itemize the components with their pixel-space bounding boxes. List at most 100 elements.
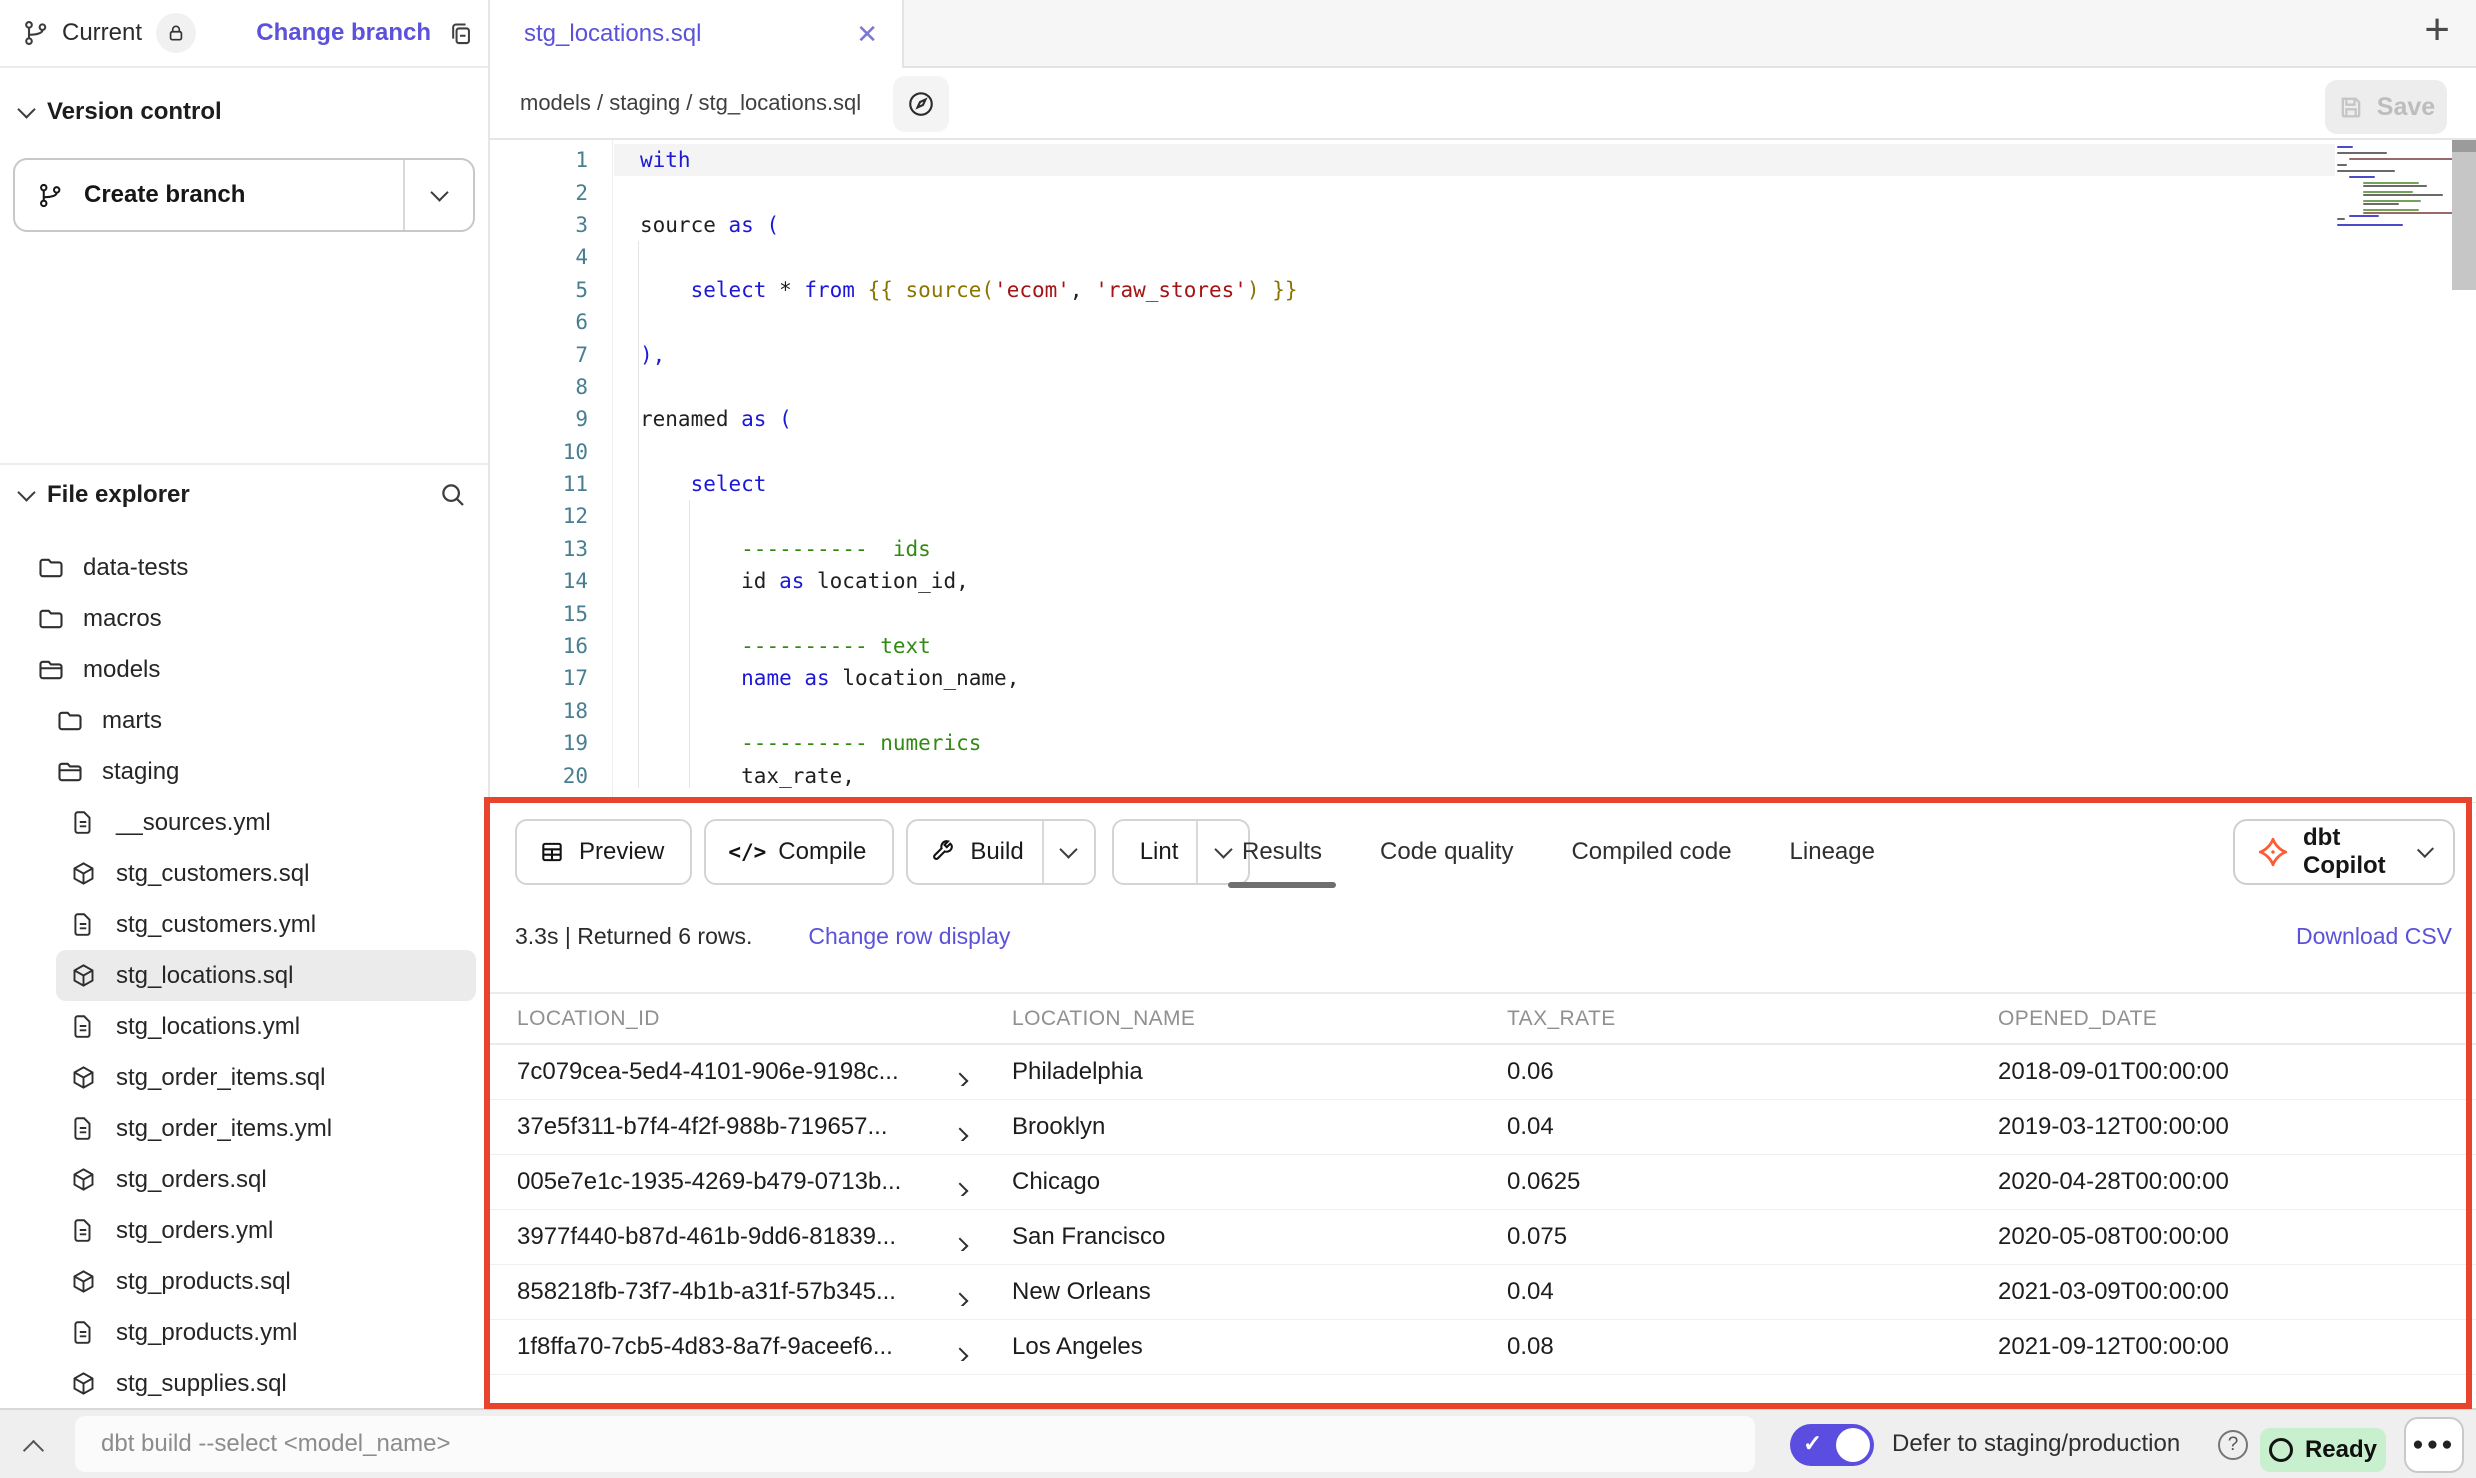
code-line-19[interactable]: 19 ---------- numerics	[490, 727, 2476, 759]
expand-row-icon[interactable]	[952, 1128, 969, 1141]
expand-row-icon[interactable]	[952, 1238, 969, 1251]
minimap-line	[2349, 176, 2375, 178]
code-line-6[interactable]: 6	[490, 306, 2476, 338]
code-line-16[interactable]: 16 ---------- text	[490, 630, 2476, 662]
code-line-14[interactable]: 14 id as location_id,	[490, 565, 2476, 597]
code-line-9[interactable]: 9renamed as (	[490, 403, 2476, 435]
tree-item-stg_products.yml[interactable]: stg_products.yml	[0, 1307, 488, 1358]
tree-item-stg_customers.sql[interactable]: stg_customers.sql	[0, 848, 488, 899]
compile-button[interactable]: </> Compile	[704, 819, 894, 885]
change-branch-link[interactable]: Change branch	[256, 19, 431, 47]
panel-tab-results[interactable]: Results	[1226, 819, 1338, 885]
line-number: 11	[490, 472, 588, 496]
table-row[interactable]: 005e7e1c-1935-4269-b479-0713b...Chicago0…	[490, 1155, 2476, 1210]
code-line-11[interactable]: 11 select	[490, 468, 2476, 500]
tree-item-stg_orders.sql[interactable]: stg_orders.sql	[0, 1154, 488, 1205]
panel-toolbar: Preview </> Compile Build Lint	[515, 819, 1250, 885]
table-row[interactable]: 3977f440-b87d-461b-9dd6-81839...San Fran…	[490, 1210, 2476, 1265]
file-icon	[70, 1013, 98, 1041]
code-line-15[interactable]: 15	[490, 597, 2476, 629]
create-branch-button[interactable]: Create branch	[13, 158, 475, 232]
code-line-20[interactable]: 20 tax_rate,	[490, 759, 2476, 791]
code-line-18[interactable]: 18	[490, 695, 2476, 727]
tree-item-label: stg_order_items.sql	[116, 1064, 325, 1092]
tree-item-stg_products.sql[interactable]: stg_products.sql	[0, 1256, 488, 1307]
status-circle-icon	[2269, 1438, 2293, 1462]
command-input[interactable]	[75, 1416, 1755, 1472]
close-tab-icon[interactable]: ✕	[856, 19, 878, 50]
code-line-4[interactable]: 4	[490, 241, 2476, 273]
code-line-3[interactable]: 3 source as (	[490, 209, 2476, 241]
table-row[interactable]: 37e5f311-b7f4-4f2f-988b-719657...Brookly…	[490, 1100, 2476, 1155]
expand-row-icon[interactable]	[952, 1073, 969, 1086]
line-number: 13	[490, 537, 588, 561]
cell-location-name: New Orleans	[1012, 1278, 1507, 1306]
panel-tab-compiled-code[interactable]: Compiled code	[1555, 819, 1747, 885]
preview-button[interactable]: Preview	[515, 819, 692, 885]
table-row[interactable]: 858218fb-73f7-4b1b-a31f-57b345...New Orl…	[490, 1265, 2476, 1320]
change-row-display-link[interactable]: Change row display	[808, 923, 1010, 950]
code-text: source as (	[640, 213, 779, 237]
table-row[interactable]: 7c079cea-5ed4-4101-906e-9198c...Philadel…	[490, 1045, 2476, 1100]
column-header-location_name: LOCATION_NAME	[1012, 1007, 1507, 1031]
create-branch-dropdown[interactable]	[403, 160, 473, 230]
tree-item-stg_orders.yml[interactable]: stg_orders.yml	[0, 1205, 488, 1256]
code-line-8[interactable]: 8	[490, 371, 2476, 403]
cell-tax-rate: 0.04	[1507, 1113, 1998, 1141]
folder-open-icon	[56, 758, 84, 786]
tree-item-macros[interactable]: macros	[0, 593, 488, 644]
tree-item-models[interactable]: models	[0, 644, 488, 695]
expand-row-icon[interactable]	[952, 1183, 969, 1196]
ready-status-button[interactable]: Ready	[2260, 1428, 2386, 1472]
tree-item-stg_locations.sql[interactable]: stg_locations.sql	[56, 950, 476, 1001]
build-button[interactable]: Build	[906, 819, 1095, 885]
copy-branch-icon[interactable]	[447, 20, 474, 47]
expand-row-icon[interactable]	[952, 1348, 969, 1361]
cell-tax-rate: 0.0625	[1507, 1168, 1998, 1196]
scrollbar-thumb[interactable]	[2452, 140, 2476, 152]
version-control-header[interactable]: Version control	[0, 68, 488, 126]
more-options-button[interactable]: ●●●	[2404, 1417, 2464, 1473]
tree-item-staging[interactable]: staging	[0, 746, 488, 797]
line-number: 3	[490, 213, 588, 237]
code-line-7[interactable]: 7),	[490, 338, 2476, 370]
tree-item-marts[interactable]: marts	[0, 695, 488, 746]
tree-item-__sources.yml[interactable]: __sources.yml	[0, 797, 488, 848]
defer-toggle[interactable]: ✓	[1790, 1424, 1874, 1466]
code-text: ---------- text	[640, 634, 931, 658]
panel-tab-lineage[interactable]: Lineage	[1774, 819, 1891, 885]
file-explorer-title: File explorer	[47, 481, 190, 509]
dbt-copilot-button[interactable]: dbt Copilot	[2233, 819, 2455, 885]
minimap[interactable]	[2337, 146, 2447, 227]
help-icon[interactable]: ?	[2218, 1430, 2248, 1460]
table-row[interactable]: 1f8ffa70-7cb5-4d83-8a7f-9aceef6...Los An…	[490, 1320, 2476, 1375]
editor-scrollbar[interactable]	[2452, 140, 2476, 290]
save-button[interactable]: Save	[2325, 80, 2447, 134]
code-line-10[interactable]: 10	[490, 436, 2476, 468]
code-line-17[interactable]: 17 name as location_name,	[490, 662, 2476, 694]
tree-item-stg_order_items.sql[interactable]: stg_order_items.sql	[0, 1052, 488, 1103]
model-icon	[70, 1370, 98, 1398]
build-dropdown[interactable]	[1042, 821, 1094, 883]
minimap-line	[2363, 203, 2399, 205]
code-line-1[interactable]: 1with	[490, 144, 2476, 176]
code-editor[interactable]: 1with2 3 source as ( 45 select * from {{ so…	[490, 140, 2476, 802]
code-line-13[interactable]: 13 ---------- ids	[490, 533, 2476, 565]
tree-item-data-tests[interactable]: data-tests	[0, 542, 488, 593]
panel-tab-code-quality[interactable]: Code quality	[1364, 819, 1529, 885]
download-csv-link[interactable]: Download CSV	[2296, 913, 2452, 959]
code-line-12[interactable]: 12	[490, 500, 2476, 532]
lineage-compass-icon[interactable]	[893, 76, 949, 132]
tree-item-stg_customers.yml[interactable]: stg_customers.yml	[0, 899, 488, 950]
chevron-up-icon[interactable]	[23, 1440, 44, 1461]
code-line-5[interactable]: 5 select * from {{ source('ecom', 'raw_s…	[490, 274, 2476, 306]
tree-item-stg_locations.yml[interactable]: stg_locations.yml	[0, 1001, 488, 1052]
search-icon[interactable]	[438, 480, 468, 510]
tree-item-stg_order_items.yml[interactable]: stg_order_items.yml	[0, 1103, 488, 1154]
tab-stg-locations-sql[interactable]: stg_locations.sql ✕	[490, 0, 904, 68]
code-line-2[interactable]: 2	[490, 176, 2476, 208]
file-explorer-header[interactable]: File explorer	[0, 480, 488, 510]
expand-row-icon[interactable]	[952, 1293, 969, 1306]
new-tab-icon[interactable]: +	[2424, 8, 2450, 52]
tree-item-stg_supplies.sql[interactable]: stg_supplies.sql	[0, 1358, 488, 1409]
